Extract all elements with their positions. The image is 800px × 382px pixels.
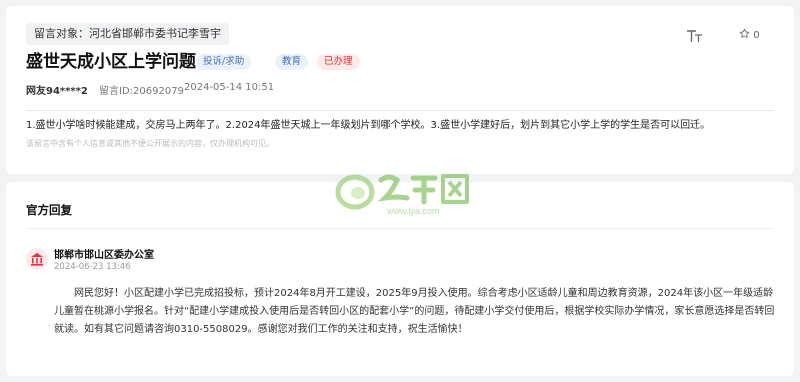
watermark-text: www.tjia.com	[386, 206, 440, 216]
reply-time: 2024-06-23 13:46	[54, 262, 131, 272]
tag-department: 教育	[275, 54, 309, 70]
tag-type: 投诉/求助	[196, 54, 252, 70]
reply-card: 官方回复 www.tjia.com 邯郸市邯山区委办公室 2024-06-23 …	[6, 174, 794, 376]
favorite-count: 0	[753, 30, 760, 41]
message-card: 留言对象：河北省邯郸市委书记李雪宇 盛世天成小区上学问题 投诉/求助 教育 已办…	[6, 6, 794, 174]
message-title: 盛世天成小区上学问题	[26, 52, 196, 72]
message-id: 留言ID:20692079	[99, 86, 184, 97]
message-content: 1.盛世小学啥时候能建成，交房马上两年了。2.2024年盛世天城上一年级划片到哪…	[26, 120, 711, 131]
org-avatar	[26, 248, 48, 270]
section-title: 官方回复	[26, 203, 72, 217]
reply-content: 网民您好！小区配建小学已完成招投标，预计2024年8月开工建设，2025年9月投…	[54, 288, 775, 335]
divider	[26, 110, 774, 111]
favorite-button[interactable]: 0	[739, 28, 760, 41]
government-building-icon	[31, 253, 43, 266]
message-target: 留言对象：河北省邯郸市委书记李雪宇	[26, 23, 229, 45]
divider	[26, 228, 774, 229]
font-size-icon	[687, 30, 702, 42]
status-badge: 已办理	[317, 54, 360, 70]
font-size-button[interactable]	[686, 28, 704, 44]
privacy-note: 该留言中含有个人信息或其他不便公开展示的内容，仅办理机构可见。	[26, 139, 274, 148]
star-icon	[739, 28, 750, 38]
author: 网友94****2	[26, 86, 88, 97]
reply-organization: 邯郸市邯山区委办公室	[54, 250, 154, 261]
watermark-logo: www.tjia.com	[335, 174, 469, 216]
message-time: 2024-05-14 10:51	[184, 82, 275, 93]
